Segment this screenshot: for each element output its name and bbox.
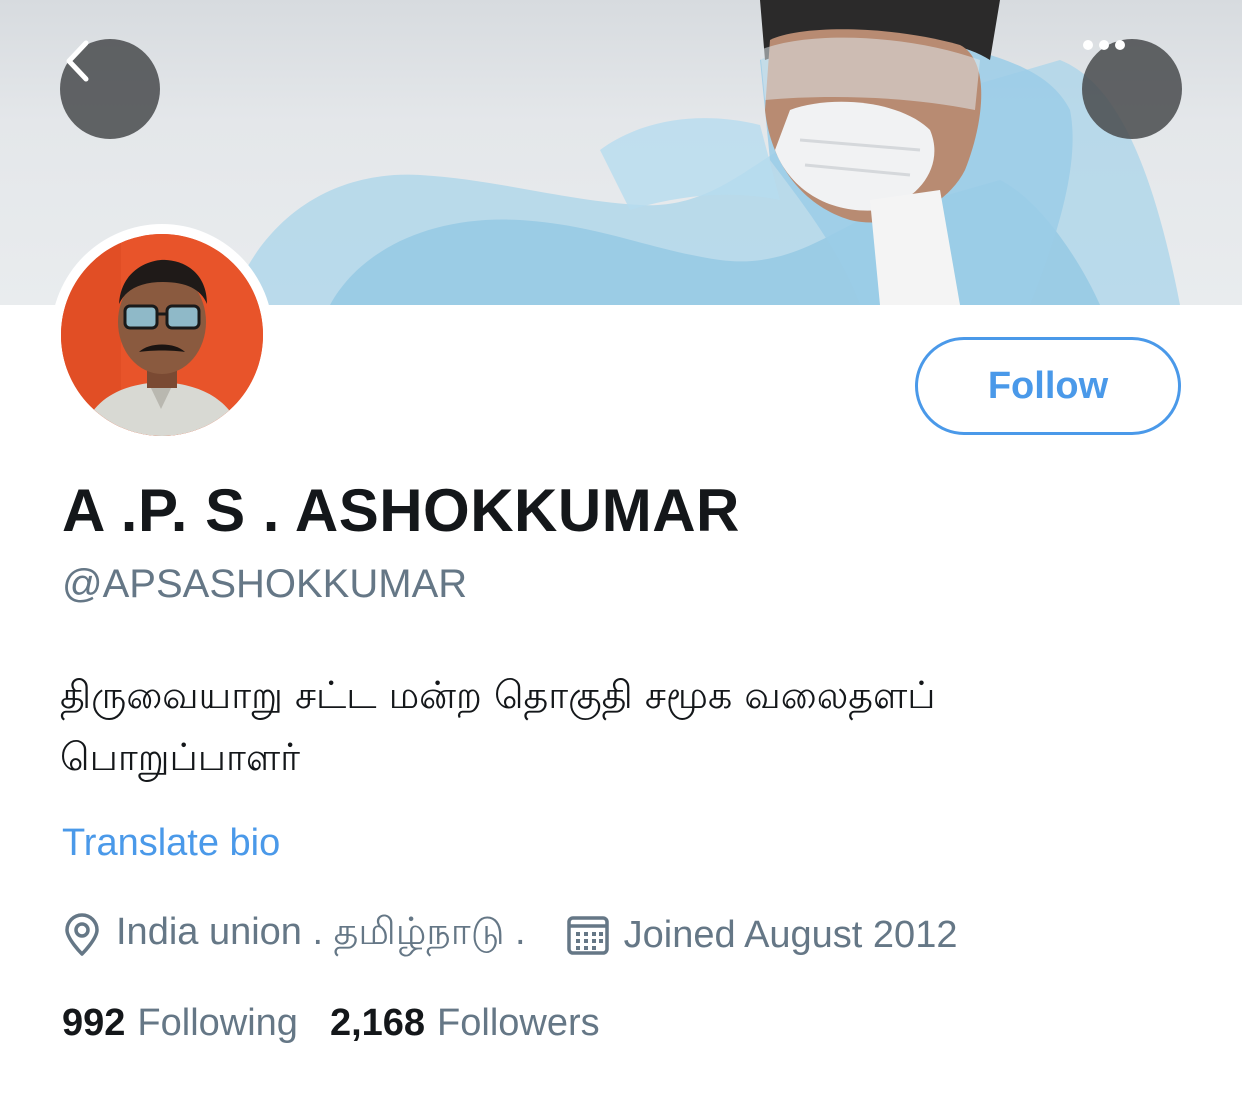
- follow-button-label: Follow: [987, 364, 1109, 407]
- avatar[interactable]: [61, 234, 263, 436]
- back-button[interactable]: [60, 39, 160, 139]
- avatar-image: [61, 234, 263, 436]
- calendar-icon: [566, 913, 610, 957]
- profile-bio: திருவையாறு சட்ட மன்ற தொகுதி சமூக வலைதளப்…: [60, 664, 1180, 788]
- following-count: 992: [62, 1001, 126, 1044]
- more-options-button[interactable]: [1082, 39, 1182, 139]
- follow-stats: 992 Following 2,168 Followers: [62, 998, 600, 1048]
- translate-bio-link[interactable]: Translate bio: [62, 822, 280, 865]
- avatar-frame[interactable]: [51, 224, 273, 446]
- followers-stat[interactable]: 2,168 Followers: [330, 1002, 600, 1045]
- profile-meta: India union . தமிழ்நாடு . Joined August …: [62, 908, 957, 962]
- followers-count: 2,168: [329, 1001, 426, 1044]
- display-name: A .P. S . ASHOKKUMAR: [62, 477, 740, 544]
- bio-line: திருவையாறு சட்ட மன்ற தொகுதி சமூக வலைதளப்: [60, 673, 936, 717]
- following-label: Following: [137, 1001, 298, 1044]
- follow-button[interactable]: Follow: [915, 337, 1181, 435]
- user-handle: @APSASHOKKUMAR: [62, 562, 468, 606]
- following-stat[interactable]: 992 Following: [62, 1002, 298, 1045]
- followers-label: Followers: [437, 1001, 600, 1044]
- bio-line: பொறுப்பாளர்: [60, 735, 301, 779]
- profile-location: India union . தமிழ்நாடு .: [116, 911, 526, 953]
- location-pin-icon: [62, 913, 102, 957]
- join-date: Joined August 2012: [623, 913, 958, 956]
